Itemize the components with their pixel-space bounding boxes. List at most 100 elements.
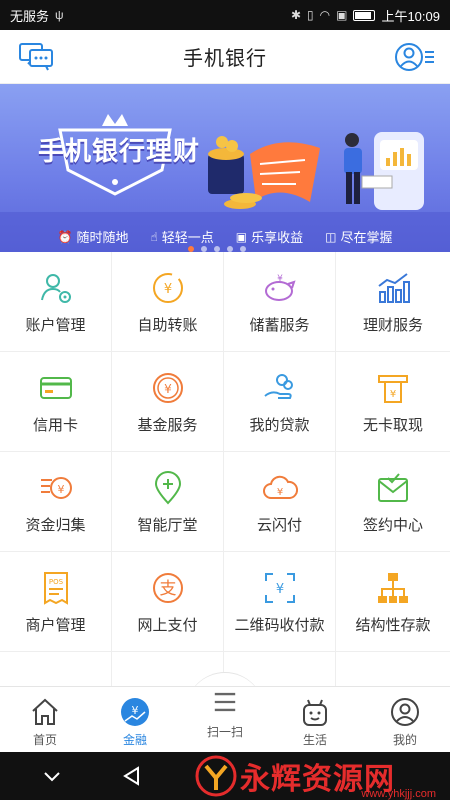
service-online-payment[interactable]: 支 网上支付 — [112, 552, 224, 652]
service-savings[interactable]: ¥ 储蓄服务 — [224, 252, 336, 352]
tab-label: 我的 — [392, 733, 417, 747]
service-label: 云闪付 — [256, 517, 302, 534]
service-partial[interactable] — [0, 652, 112, 686]
usb-icon: ψ — [55, 8, 64, 22]
tab-label: 生活 — [302, 733, 327, 747]
location-pin-icon — [154, 471, 181, 505]
bottom-tabbar: 首页 ¥ 金融 扫一扫 生活 我的 — [0, 686, 450, 752]
service-label: 无卡取现 — [362, 417, 423, 434]
service-label: 我的贷款 — [249, 417, 310, 434]
clock-icon: ⏰ — [57, 229, 73, 244]
back-icon[interactable] — [120, 764, 144, 788]
yen-transfer-icon: ¥ — [152, 273, 183, 303]
carrier-label: 无服务 — [10, 8, 50, 24]
home-icon — [32, 698, 58, 725]
svg-text:¥: ¥ — [132, 704, 139, 717]
bluetooth-icon: ✱ — [290, 8, 302, 22]
tag-label: 尽在掌握 — [340, 230, 393, 245]
svg-text:¥: ¥ — [275, 582, 283, 597]
service-label: 签约中心 — [362, 517, 423, 534]
app-header: 手机银行 — [0, 30, 450, 84]
man-with-phone-icon — [344, 132, 424, 210]
banner-title: 手机银行理财 — [37, 135, 200, 166]
structure-icon — [378, 573, 408, 603]
alipay-icon: 支 — [152, 573, 183, 603]
watermark-logo-icon — [195, 755, 237, 797]
watermark: 永辉资源网 www.yhkjjj.com — [194, 752, 444, 800]
svg-text:¥: ¥ — [277, 274, 283, 284]
svg-text:¥: ¥ — [390, 389, 396, 400]
svg-text:支: 支 — [159, 579, 176, 599]
tag-label: 乐享收益 — [251, 230, 304, 245]
service-my-loans[interactable]: 我的贷款 — [224, 352, 336, 452]
service-label: 信用卡 — [32, 417, 78, 434]
hand-coins-icon — [263, 374, 293, 399]
tab-home[interactable]: 首页 — [0, 687, 90, 753]
svg-text:¥: ¥ — [163, 282, 171, 297]
service-contract-center[interactable]: 签约中心 — [336, 452, 450, 552]
tap-icon: ☝ — [150, 229, 158, 244]
message-icon[interactable] — [18, 42, 54, 72]
service-label: 二维码收付款 — [234, 617, 325, 634]
pos-receipt-icon: POS — [43, 572, 68, 605]
service-cloud-quickpass[interactable]: ¥ 云闪付 — [224, 452, 336, 552]
service-label: 自助转账 — [137, 317, 198, 334]
service-partial[interactable] — [336, 652, 450, 686]
banner-tag: ▣ 乐享收益 — [236, 227, 303, 246]
service-wealth[interactable]: 理财服务 — [336, 252, 450, 352]
tab-label: 首页 — [32, 733, 57, 747]
service-label: 智能厅堂 — [137, 517, 198, 534]
service-label: 基金服务 — [137, 417, 198, 434]
sim-icon: ▣ — [336, 8, 348, 22]
watermark-url: www.yhkjjj.com — [361, 788, 436, 800]
banner-title-wrap: 手机银行理财 — [34, 124, 204, 174]
scan-icon — [214, 692, 236, 712]
finance-icon: ¥ — [121, 698, 149, 726]
banner-tag: ☝ 轻轻一点 — [150, 227, 213, 246]
service-label: 理财服务 — [362, 317, 423, 334]
user-icon — [391, 698, 419, 726]
service-fund-collection[interactable]: ¥ 资金归集 — [0, 452, 112, 552]
yen-coin-icon: ¥ — [152, 373, 183, 403]
service-credit-card[interactable]: 信用卡 — [0, 352, 112, 452]
hide-keyboard-icon[interactable] — [40, 764, 64, 788]
svg-text:¥: ¥ — [164, 382, 172, 396]
svg-text:POS: POS — [48, 578, 63, 586]
tab-label: 金融 — [122, 733, 147, 747]
status-bar: 无服务 ψ ✱ ▯ ◠ ▣ 上午10:09 — [0, 0, 450, 30]
service-account-management[interactable]: 账户管理 — [0, 252, 112, 352]
service-label: 账户管理 — [25, 317, 86, 334]
credit-card-icon — [39, 377, 72, 399]
service-grid: 账户管理 ¥ 自助转账 ¥ 储蓄服务 理财服务 信用卡 ¥ 基金服务 我的贷款 … — [0, 252, 450, 686]
coins-illustration-icon — [208, 136, 320, 209]
service-qr-payment[interactable]: ¥ 二维码收付款 — [224, 552, 336, 652]
life-icon — [303, 699, 327, 726]
piggy-bank-icon: ¥ — [264, 274, 296, 301]
service-label: 网上支付 — [137, 617, 198, 634]
service-fund[interactable]: ¥ 基金服务 — [112, 352, 224, 452]
service-merchant-management[interactable]: POS 商户管理 — [0, 552, 112, 652]
page-title: 手机银行 — [183, 48, 267, 70]
service-label: 结构性存款 — [355, 617, 431, 634]
service-label: 储蓄服务 — [249, 317, 310, 334]
briefcase-icon: ◫ — [325, 229, 337, 244]
service-smart-hall[interactable]: 智能厅堂 — [112, 452, 224, 552]
clock-time: 上午10:09 — [381, 8, 440, 24]
tab-life[interactable]: 生活 — [270, 687, 360, 753]
tab-finance[interactable]: ¥ 金融 — [90, 687, 180, 753]
service-self-transfer[interactable]: ¥ 自助转账 — [112, 252, 224, 352]
tab-label: 扫一扫 — [206, 725, 243, 739]
signed-envelope-icon — [378, 473, 408, 502]
promo-banner[interactable]: 手机银行理财 ⏰ 随时随地 ☝ 轻轻一点 ▣ 乐享收益 ◫ 尽在掌握 — [0, 84, 450, 252]
vibrate-icon: ▯ — [307, 8, 314, 22]
service-cardless-withdraw[interactable]: ¥ 无卡取现 — [336, 352, 450, 452]
service-label: 商户管理 — [25, 617, 86, 634]
tag-label: 轻轻一点 — [161, 230, 214, 245]
wifi-icon: ◠ — [319, 8, 331, 22]
tab-mine[interactable]: 我的 — [360, 687, 450, 753]
tab-scan[interactable]: 扫一扫 — [180, 687, 270, 753]
profile-menu-icon[interactable] — [394, 40, 436, 74]
coin-stack-icon: ¥ — [40, 477, 72, 499]
user-settings-icon — [40, 274, 71, 303]
service-structured-deposit[interactable]: 结构性存款 — [336, 552, 450, 652]
